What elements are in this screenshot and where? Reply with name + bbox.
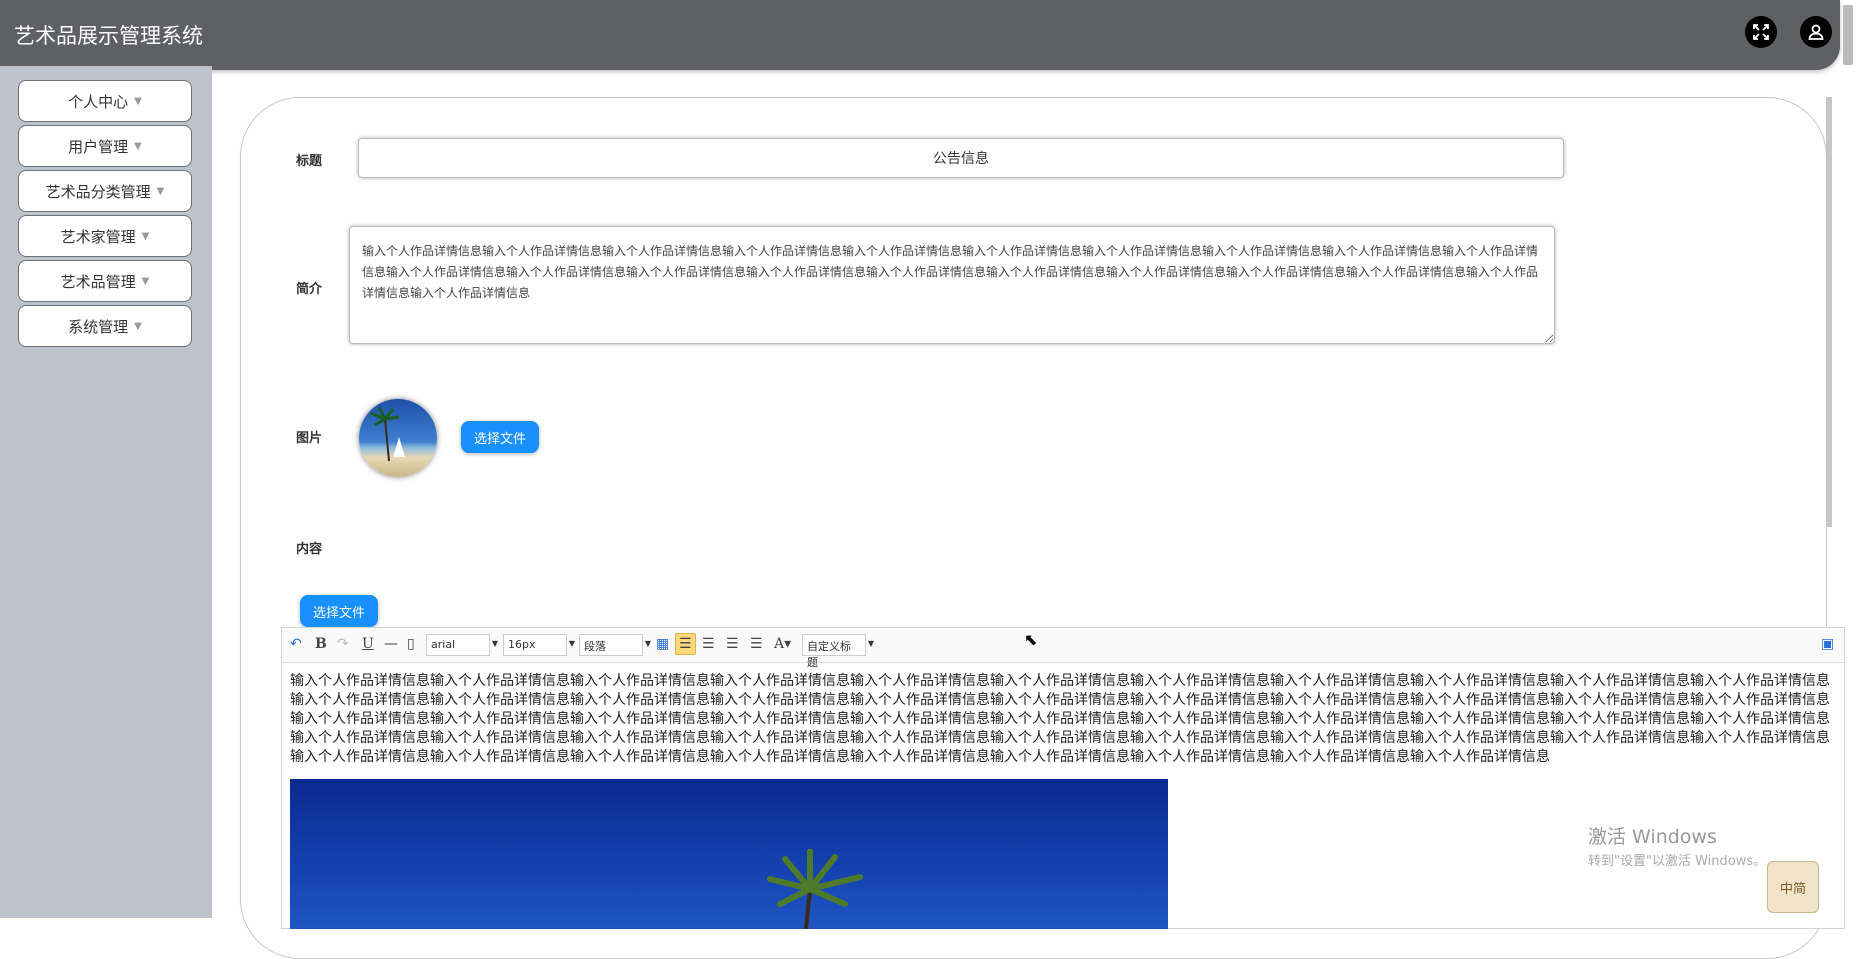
ime-indicator[interactable]: 中简	[1767, 861, 1819, 913]
sidebar-item-label: 艺术家管理	[60, 227, 136, 246]
custom-title-value: 自定义标题	[807, 640, 851, 669]
sidebar-item-label: 艺术品管理	[60, 272, 136, 291]
caret-down-icon: ▼	[867, 639, 874, 648]
horizontal-rule-icon[interactable]: —	[384, 636, 398, 652]
mouse-cursor-icon: ⬉	[1024, 630, 1038, 649]
choose-image-button[interactable]: 选择文件	[461, 421, 539, 453]
bold-icon[interactable]: B	[315, 636, 327, 652]
user-icon	[1808, 24, 1824, 40]
align-right-icon[interactable]: ☰	[702, 636, 715, 652]
image-preview	[359, 399, 437, 477]
paragraph-value: 段落	[584, 640, 606, 653]
sidebar-item-system-management[interactable]: 系统管理 ▼	[18, 305, 192, 347]
editor-toolbar: ↶ B ↷ U — ▯ arial ▼ 16px ▼ 段落 ▼ ▦ ☰ ☰ ☰ ☰ A…	[282, 628, 1844, 669]
app-title: 艺术品展示管理系统	[14, 24, 203, 48]
sidebar-item-art-category-management[interactable]: 艺术品分类管理 ▼	[18, 170, 192, 212]
sidebar-item-label: 艺术品分类管理	[45, 182, 151, 201]
editor-content-image[interactable]	[290, 779, 1168, 929]
fullscreen-button[interactable]	[1745, 16, 1777, 48]
table-icon[interactable]: ▦	[656, 636, 669, 652]
windows-activation-subtext: 转到"设置"以激活 Windows。	[1588, 854, 1767, 869]
align-center-icon[interactable]: ☰	[726, 636, 739, 652]
caret-down-icon: ▼	[644, 639, 651, 648]
sidebar: 个人中心 ▼ 用户管理 ▼ 艺术品分类管理 ▼ 艺术家管理 ▼ 艺术品管理 ▼ 系统管理 ▼	[0, 66, 212, 918]
paragraph-select[interactable]: 段落 ▼	[579, 634, 651, 656]
font-family-value: arial	[431, 638, 456, 651]
header-scrollbar[interactable]	[1843, 5, 1853, 65]
redo-icon[interactable]: ↷	[337, 636, 349, 652]
image-label: 图片	[296, 431, 323, 446]
beach-thumbnail-image	[370, 406, 405, 462]
user-button[interactable]	[1800, 16, 1832, 48]
font-family-select[interactable]: arial ▼	[426, 634, 498, 656]
content-label: 内容	[296, 542, 323, 557]
sidebar-item-artwork-management[interactable]: 艺术品管理 ▼	[18, 260, 192, 302]
align-left-icon[interactable]: ☰	[675, 633, 696, 655]
sidebar-item-label: 系统管理	[68, 317, 129, 336]
title-label: 标题	[296, 154, 323, 169]
windows-activation-watermark: 激活 Windows	[1588, 826, 1717, 848]
expand-icon	[1753, 24, 1769, 40]
caret-down-icon: ▼	[134, 95, 142, 107]
sidebar-item-artist-management[interactable]: 艺术家管理 ▼	[18, 215, 192, 257]
font-color-icon[interactable]: A▾	[774, 636, 791, 652]
sidebar-item-personal-center[interactable]: 个人中心 ▼	[18, 80, 192, 122]
editor-content-text[interactable]: 输入个人作品详情信息输入个人作品详情信息输入个人作品详情信息输入个人作品详情信息…	[290, 672, 1838, 767]
caret-down-icon: ▼	[141, 230, 150, 242]
font-size-select[interactable]: 16px ▼	[503, 634, 575, 656]
caret-down-icon: ▼	[491, 639, 498, 648]
caret-down-icon: ▼	[568, 639, 575, 648]
top-header: 艺术品展示管理系统	[0, 0, 1840, 70]
caret-down-icon: ▼	[156, 185, 165, 197]
underline-icon[interactable]: U	[362, 636, 374, 652]
sidebar-item-user-management[interactable]: 用户管理 ▼	[18, 125, 192, 167]
custom-title-select[interactable]: 自定义标题 ▼	[802, 634, 874, 669]
rich-text-editor: ↶ B ↷ U — ▯ arial ▼ 16px ▼ 段落 ▼ ▦ ☰ ☰ ☰ ☰ A…	[281, 627, 1845, 929]
undo-icon[interactable]: ↶	[290, 636, 302, 652]
intro-textarea[interactable]: 输入个人作品详情信息输入个人作品详情信息输入个人作品详情信息输入个人作品详情信息…	[349, 226, 1555, 344]
align-justify-icon[interactable]: ☰	[750, 636, 763, 652]
new-document-icon[interactable]: ▯	[407, 636, 415, 652]
font-size-value: 16px	[508, 638, 536, 651]
sidebar-item-label: 用户管理	[68, 137, 129, 156]
caret-down-icon: ▼	[141, 275, 150, 287]
choose-content-file-button[interactable]: 选择文件	[300, 595, 378, 627]
title-input[interactable]	[358, 138, 1564, 178]
caret-down-icon: ▼	[134, 140, 142, 152]
sidebar-item-label: 个人中心	[68, 92, 129, 111]
content-scrollbar[interactable]	[1826, 97, 1832, 527]
palm-tree-image	[767, 849, 863, 929]
intro-label: 简介	[296, 282, 323, 297]
source-code-icon[interactable]: ▣	[1821, 636, 1834, 652]
caret-down-icon: ▼	[134, 320, 142, 332]
